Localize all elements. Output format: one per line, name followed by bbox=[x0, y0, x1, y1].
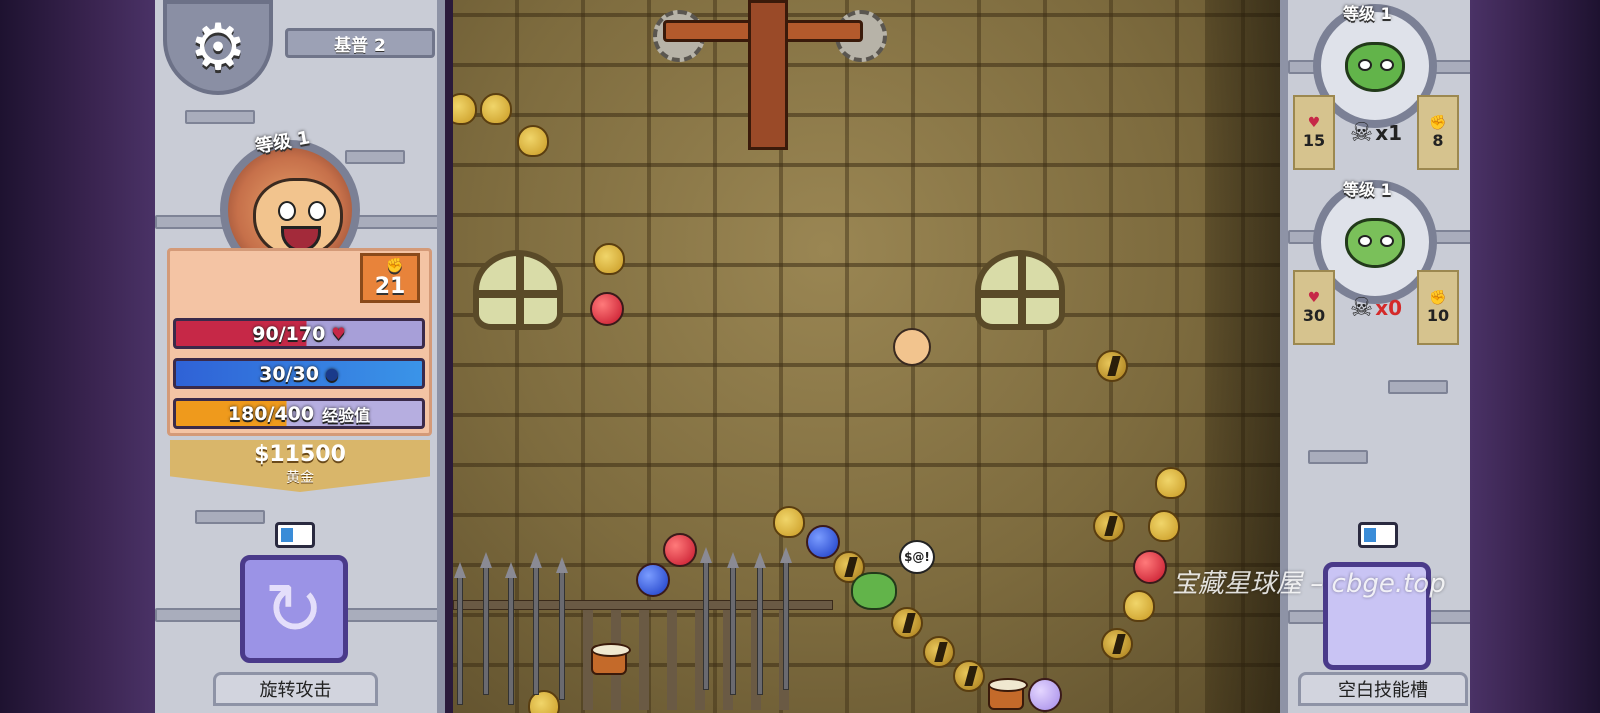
enemy-stats-2: ♥ 30 ☠ x0 ✊ 10 bbox=[1293, 270, 1461, 345]
enemy-kill-count: x1 bbox=[1375, 120, 1403, 145]
gold-jar[interactable] bbox=[593, 243, 625, 275]
broken-jar bbox=[1101, 628, 1133, 660]
spike bbox=[454, 562, 466, 705]
heart-icon: ♥ bbox=[1307, 290, 1321, 306]
gold-jar[interactable] bbox=[1148, 510, 1180, 542]
broken-jar bbox=[923, 636, 955, 668]
hero-face bbox=[253, 178, 343, 258]
gold-jar[interactable] bbox=[517, 125, 549, 157]
enemy-hp: 30 bbox=[1302, 306, 1326, 325]
mana-icon: ● bbox=[324, 364, 339, 383]
gear-icon: ⚙ bbox=[189, 10, 247, 85]
hp-value: 90/170 bbox=[252, 322, 326, 345]
fist-icon: ✊ bbox=[1429, 290, 1447, 306]
enemy-panel: 等级 1 ♥ 15 ☠ x1 ✊ 8 等级 1 ♥ 30 ☠ x0 ✊ 10 空… bbox=[1280, 0, 1470, 713]
spin-attack-skill-button[interactable]: ↻ bbox=[240, 555, 348, 663]
gold-jar[interactable] bbox=[480, 93, 512, 125]
xp-value: 180/400 bbox=[227, 402, 315, 425]
hero-ball bbox=[893, 328, 931, 366]
dungeon-window bbox=[975, 250, 1065, 330]
mana-potion[interactable] bbox=[636, 563, 670, 597]
spike bbox=[780, 547, 792, 690]
goblin-dagger-icon bbox=[1345, 42, 1405, 92]
spike bbox=[727, 552, 739, 695]
gold-amount: $11500 bbox=[254, 442, 346, 467]
xp-bar: 180/400 经验值 bbox=[173, 398, 425, 429]
fist-icon: ✊ bbox=[386, 258, 404, 274]
spike bbox=[754, 552, 766, 695]
wall-brick bbox=[185, 110, 255, 124]
heart-icon: ♥ bbox=[331, 324, 346, 343]
violet-potion[interactable] bbox=[1028, 678, 1062, 712]
broken-jar bbox=[1093, 510, 1125, 542]
xp-label: 经验值 bbox=[322, 405, 371, 425]
phone-icon bbox=[275, 522, 315, 548]
spike bbox=[480, 552, 492, 695]
fist-icon: ✊ bbox=[1429, 115, 1447, 131]
dungeon-playfield[interactable]: $@! bbox=[453, 0, 1280, 713]
dungeon-side-wall bbox=[1205, 0, 1280, 713]
gold-jar[interactable] bbox=[1155, 467, 1187, 499]
mana-potion[interactable] bbox=[806, 525, 840, 559]
broken-jar bbox=[891, 607, 923, 639]
enemy-stats-1: ♥ 15 ☠ x1 ✊ 8 bbox=[1293, 95, 1461, 170]
settings-button[interactable]: ⚙ bbox=[163, 0, 273, 95]
heart-icon: ♥ bbox=[1307, 115, 1321, 131]
attack-power-box: ✊ 21 bbox=[360, 253, 420, 303]
map-name-tag: 基普 2 bbox=[285, 28, 435, 58]
hp-bar: 90/170 ♥ bbox=[173, 318, 425, 349]
player-hud-panel: ⚙ 基普 2 等级 1 ✊ 21 90/170 ♥ 30/30 ● 180/40… bbox=[155, 0, 445, 713]
enemy-speech-bubble: $@! bbox=[899, 540, 935, 574]
spiral-icon: ↻ bbox=[263, 567, 325, 651]
spin-attack-skill-label: 旋转攻击 bbox=[213, 672, 378, 706]
health-potion[interactable] bbox=[1133, 550, 1167, 584]
enemy-hp: 15 bbox=[1302, 131, 1326, 150]
broken-jar bbox=[953, 660, 985, 692]
spike bbox=[505, 562, 517, 705]
enemy-level-label: 等级 1 bbox=[1343, 180, 1392, 199]
enemy-level-label: 等级 1 bbox=[1343, 4, 1392, 23]
gold-banner: $11500 黄金 bbox=[170, 440, 430, 492]
empty-skill-slot-label: 空白技能槽 bbox=[1298, 672, 1468, 706]
dungeon-window bbox=[473, 250, 563, 330]
health-potion[interactable] bbox=[663, 533, 697, 567]
right-frame bbox=[1470, 0, 1600, 713]
enemy-power: 8 bbox=[1432, 131, 1444, 150]
spike bbox=[700, 547, 712, 690]
barrel-drum[interactable] bbox=[591, 643, 631, 675]
gold-jar[interactable] bbox=[773, 506, 805, 538]
enemy-power: 10 bbox=[1426, 306, 1450, 325]
goblin-mohawk-icon bbox=[1345, 218, 1405, 268]
enemy-kill-count: x0 bbox=[1375, 295, 1403, 320]
phone-icon bbox=[1358, 522, 1398, 548]
barrel-drum[interactable] bbox=[988, 678, 1028, 710]
skull-icon: ☠ bbox=[1349, 117, 1374, 148]
mp-bar: 30/30 ● bbox=[173, 358, 425, 389]
wall-brick bbox=[1388, 380, 1448, 394]
attack-power-value: 21 bbox=[374, 274, 406, 299]
wall-brick bbox=[345, 150, 405, 164]
left-frame bbox=[0, 0, 155, 713]
broken-jar bbox=[1096, 350, 1128, 382]
mp-value: 30/30 bbox=[259, 362, 319, 385]
gold-label: 黄金 bbox=[286, 470, 314, 486]
spike bbox=[530, 552, 542, 695]
gold-jar[interactable] bbox=[1123, 590, 1155, 622]
health-potion[interactable] bbox=[590, 292, 624, 326]
wall-brick bbox=[1308, 450, 1368, 464]
wall-brick bbox=[195, 510, 265, 524]
skull-icon: ☠ bbox=[1349, 292, 1374, 323]
watermark-text: 宝藏星球屋 – cbge.top bbox=[1172, 569, 1446, 599]
spike bbox=[556, 557, 568, 700]
ballista-trap bbox=[653, 0, 887, 150]
goblin-enemy[interactable] bbox=[851, 572, 897, 610]
gold-jar[interactable] bbox=[453, 93, 477, 125]
